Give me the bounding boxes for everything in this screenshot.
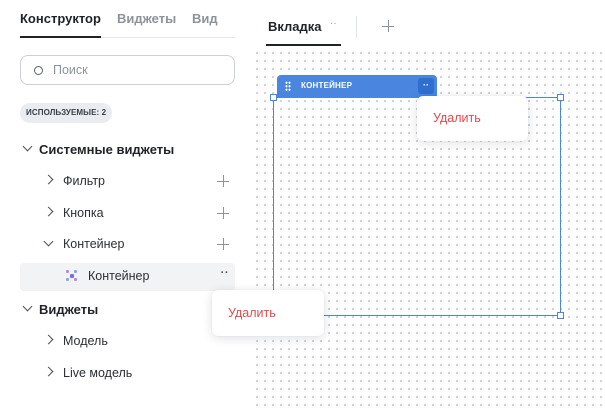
tree-item-container[interactable]: Контейнер [20,231,235,259]
tree-item-container-instance[interactable]: Контейнер ·· [20,263,235,291]
tree-context-menu: Удалить [212,290,324,336]
chevron-down-icon[interactable] [22,141,33,152]
canvas-context-menu: Удалить [417,96,528,141]
resize-handle-top-left[interactable] [270,94,277,101]
tree-group-label: Виджеты [39,302,99,317]
container-widget-header[interactable]: КОНТЕЙНЕР ·· [277,75,437,97]
add-filter-plus-icon[interactable] [217,175,229,187]
tree-item-filter[interactable]: Фильтр [20,168,235,196]
more-dots-icon[interactable]: ·· [221,267,229,279]
tree-item-label: Live модель [63,366,133,380]
container-header-label: КОНТЕЙНЕР [301,81,353,90]
tab-view[interactable]: Вид [192,11,218,26]
chevron-right-icon[interactable] [43,174,54,185]
chevron-down-icon[interactable] [43,236,54,247]
tree-group-system-widgets[interactable]: Системные виджеты [20,136,235,164]
active-tab-indicator [20,36,101,38]
add-container-plus-icon[interactable] [217,238,229,250]
tree-group-widgets[interactable]: Виджеты [20,296,235,324]
tree-group-label: Системные виджеты [39,142,175,157]
add-tab-plus-icon[interactable] [382,20,394,32]
tab-more-dots-icon[interactable]: ·· [330,18,337,29]
constructor-panel: Конструктор Виджеты Вид Поиск ИСПОЛЬЗУЕМ… [0,0,250,410]
chevron-right-icon[interactable] [43,334,54,345]
tree-item-label: Модель [63,334,108,348]
tree-item-label: Контейнер [88,269,150,283]
tree-item-live-model[interactable]: Live модель [20,360,235,388]
tabs-separator [356,16,357,38]
resize-handle-bottom-right[interactable] [557,312,564,319]
search-input[interactable]: Поиск [20,55,235,85]
tab-vkladka[interactable]: Вкладка [268,19,322,34]
container-widget-icon [66,270,78,282]
chevron-down-icon[interactable] [22,301,33,312]
tree-item-label: Фильтр [63,174,105,188]
search-placeholder: Поиск [53,63,88,77]
chevron-right-icon[interactable] [43,366,54,377]
used-count-badge: ИСПОЛЬЗУЕМЫЕ: 2 [20,103,113,123]
tree-item-label: Контейнер [63,237,125,251]
chevron-right-icon[interactable] [43,206,54,217]
add-button-plus-icon[interactable] [217,207,229,219]
delete-menu-item[interactable]: Удалить [228,306,276,320]
search-icon [34,66,43,75]
tree-item-label: Кнопка [63,206,104,220]
resize-handle-top-right[interactable] [557,94,564,101]
tab-widgets[interactable]: Виджеты [117,11,176,26]
delete-menu-item[interactable]: Удалить [433,111,481,125]
tab-constructor[interactable]: Конструктор [20,11,101,26]
tree-item-button[interactable]: Кнопка [20,200,235,228]
tree-item-model[interactable]: Модель [20,328,235,356]
container-more-dots-icon[interactable]: ·· [418,78,434,94]
canvas-tabs-bar: Вкладка ·· [250,0,605,46]
drag-handle-icon[interactable] [285,81,291,91]
